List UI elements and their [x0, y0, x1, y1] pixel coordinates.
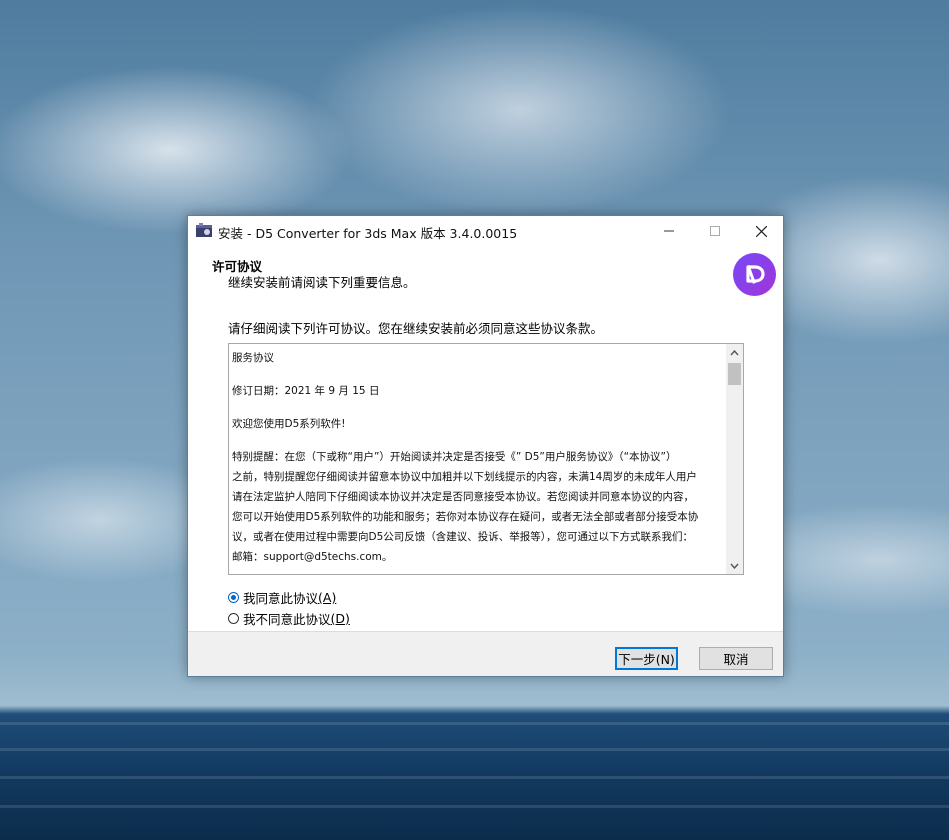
license-content: 服务协议 修订日期：2021 年 9 月 15 日 欢迎您使用D5系列软件! 特…: [232, 348, 722, 567]
scroll-up-button[interactable]: [726, 344, 743, 361]
radio-accept[interactable]: 我同意此协议 (A): [228, 588, 336, 607]
installer-dialog: 安装 - D5 Converter for 3ds Max 版本 3.4.0.0…: [187, 215, 784, 677]
instruction-text: 请仔细阅读下列许可协议。您在继续安装前必须同意这些协议条款。: [228, 321, 604, 336]
footer-bar: 下一步(N) 取消: [188, 632, 783, 676]
license-line: 之前，特别提醒您仔细阅读并留意本协议中加粗并以下划线提示的内容，未满14周岁的未…: [232, 471, 697, 483]
license-line: 特别提醒：在您（下或称“用户”）开始阅读并决定是否接受《” D5”用户服务协议》…: [232, 451, 677, 463]
d5-logo-icon: [733, 253, 776, 296]
next-button[interactable]: 下一步(N): [615, 647, 678, 670]
minimize-icon: [664, 230, 674, 232]
installer-box-icon: [196, 223, 212, 237]
page-subtitle: 继续安装前请阅读下列重要信息。: [228, 275, 416, 290]
radio-decline-label: 我不同意此协议: [243, 612, 331, 627]
radio-button-checked[interactable]: [228, 592, 239, 603]
close-button[interactable]: [738, 216, 784, 246]
radio-accept-key: (A): [318, 590, 337, 605]
title-bar[interactable]: 安装 - D5 Converter for 3ds Max 版本 3.4.0.0…: [188, 216, 783, 246]
license-line: 欢迎您使用D5系列软件!: [232, 418, 346, 430]
license-scrollbar[interactable]: [726, 344, 743, 574]
maximize-button[interactable]: [692, 216, 738, 246]
close-icon: [755, 225, 767, 237]
scroll-down-button[interactable]: [726, 557, 743, 574]
chevron-down-icon: [730, 563, 739, 569]
license-line: 修订日期：2021 年 9 月 15 日: [232, 385, 380, 397]
license-line: 请在法定监护人陪同下仔细阅读本协议并决定是否同意接受本协议。若您阅读并同意本协议…: [232, 491, 694, 503]
radio-accept-label: 我同意此协议: [243, 591, 319, 606]
scroll-thumb[interactable]: [728, 363, 741, 385]
maximize-icon: [710, 226, 720, 236]
license-line: 服务协议: [232, 352, 274, 364]
license-line: 您可以开始使用D5系列软件的功能和服务；若你对本协议存在疑问，或者无法全部或者部…: [232, 511, 699, 523]
window-title: 安装 - D5 Converter for 3ds Max 版本 3.4.0.0…: [218, 226, 518, 241]
license-line: 议，或者在使用过程中需要向D5公司反馈（含建议、投诉、举报等），您可通过以下方式…: [232, 531, 694, 543]
radio-decline-key: (D): [330, 611, 350, 626]
license-textbox[interactable]: 服务协议 修订日期：2021 年 9 月 15 日 欢迎您使用D5系列软件! 特…: [228, 343, 744, 575]
radio-decline[interactable]: 我不同意此协议 (D): [228, 609, 350, 628]
minimize-button[interactable]: [646, 216, 692, 246]
license-line: 邮箱：support@d5techs.com。: [232, 551, 393, 563]
chevron-up-icon: [730, 349, 739, 355]
radio-button[interactable]: [228, 613, 239, 624]
cancel-button[interactable]: 取消: [699, 647, 773, 670]
